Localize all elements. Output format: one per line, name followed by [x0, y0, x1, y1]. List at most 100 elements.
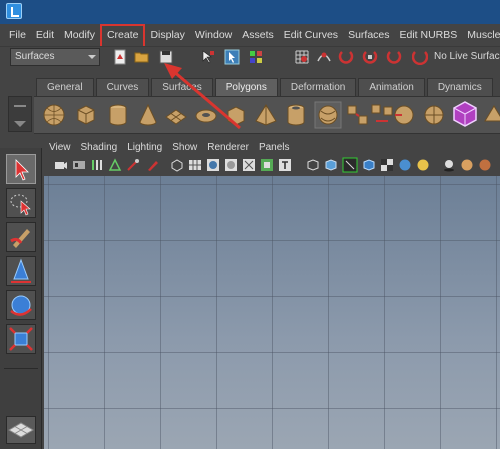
select-by-component-icon[interactable] [248, 49, 264, 65]
menu-edit-nurbs[interactable]: Edit NURBS [395, 24, 463, 46]
tab-polygons[interactable]: Polygons [214, 78, 278, 96]
default-lighting-icon[interactable] [416, 158, 430, 172]
last-tool-button[interactable] [6, 416, 36, 444]
rotate-tool-button[interactable] [6, 290, 36, 320]
text-icon[interactable] [278, 158, 292, 172]
2d-pan-zoom-icon[interactable] [126, 158, 140, 172]
select-by-hierarchy-icon[interactable] [200, 49, 216, 65]
checker-icon[interactable] [380, 158, 394, 172]
camera-icon[interactable] [54, 158, 68, 172]
poly-helix-icon[interactable] [314, 101, 342, 129]
flat-shade-icon[interactable] [224, 158, 238, 172]
wireframe-icon[interactable] [170, 158, 184, 172]
viewport-grid-line [44, 352, 500, 353]
poly-torus-icon[interactable] [194, 103, 218, 127]
viewport-grid-line [44, 408, 500, 409]
xray-cube-icon[interactable] [306, 158, 320, 172]
shadows-icon[interactable] [442, 158, 456, 172]
panel-menu-shading[interactable]: Shading [76, 140, 123, 156]
polygons-shelf [34, 96, 500, 134]
snap-to-view-plane-icon[interactable] [362, 49, 378, 65]
menu-edit[interactable]: Edit [31, 24, 59, 46]
poly-cone-icon[interactable] [136, 103, 160, 127]
smooth-shade-icon[interactable] [206, 158, 220, 172]
scale-tool-button[interactable] [6, 324, 36, 354]
menu-modify[interactable]: Modify [59, 24, 100, 46]
poly-sphere-icon[interactable] [42, 103, 66, 127]
maya-app-icon [6, 3, 22, 19]
paint-select-tool-button[interactable] [6, 222, 36, 252]
poly-cylinder-icon[interactable] [106, 103, 130, 127]
save-scene-icon[interactable] [158, 49, 174, 65]
extract-icon[interactable] [392, 103, 416, 127]
tab-dynamics[interactable]: Dynamics [426, 78, 493, 96]
live-surface-label: No Live Surface [434, 51, 500, 62]
grease-pencil-icon[interactable] [146, 158, 160, 172]
panel-toolbar [44, 156, 500, 174]
shelf-tab-bar: General Curves Surfaces Polygons Deforma… [36, 78, 495, 96]
separate-icon[interactable] [370, 103, 394, 127]
combine-icon[interactable] [346, 103, 370, 127]
panel-menu-view[interactable]: View [44, 140, 76, 156]
menu-file[interactable]: File [4, 24, 31, 46]
move-tool-button[interactable] [6, 256, 36, 286]
menu-muscle[interactable]: Muscle [462, 24, 500, 46]
main-menu-bar: File Edit Modify Create Display Window A… [0, 24, 500, 48]
antialiasing-icon[interactable] [478, 158, 492, 172]
boolean-icon[interactable] [450, 99, 480, 129]
image-plane-icon[interactable] [108, 158, 122, 172]
select-tool-button[interactable] [6, 154, 36, 184]
menu-set-dropdown[interactable]: Surfaces [10, 48, 100, 66]
menu-edit-curves[interactable]: Edit Curves [279, 24, 343, 46]
new-scene-icon[interactable] [112, 49, 128, 65]
tab-surfaces[interactable]: Surfaces [151, 78, 213, 96]
panel-menu-panels[interactable]: Panels [254, 140, 295, 156]
open-scene-icon[interactable] [134, 49, 150, 65]
panel-menu-show[interactable]: Show [167, 140, 202, 156]
poly-plane-tool-icon [8, 422, 34, 438]
live-surface-icon[interactable] [412, 49, 428, 65]
tab-deformation[interactable]: Deformation [279, 78, 357, 96]
shelf-options-button[interactable] [8, 96, 32, 132]
xray-joints-icon[interactable] [342, 157, 358, 173]
bookmarks-icon[interactable] [90, 158, 104, 172]
cube-shade-icon[interactable] [362, 158, 376, 172]
camera-attributes-icon[interactable] [72, 158, 86, 172]
lasso-tool-button[interactable] [6, 188, 36, 218]
grid-toggle-icon[interactable] [188, 158, 202, 172]
menu-window[interactable]: Window [190, 24, 237, 46]
scale-tool-icon [9, 327, 33, 351]
bounding-box-icon[interactable] [242, 158, 256, 172]
snap-to-point-icon[interactable] [338, 49, 354, 65]
panel-menu-renderer[interactable]: Renderer [202, 140, 254, 156]
isolate-cube-icon[interactable] [324, 158, 338, 172]
select-by-object-icon[interactable] [224, 49, 240, 65]
tab-animation[interactable]: Animation [358, 78, 425, 96]
smooth-icon[interactable] [422, 103, 446, 127]
panel-menu-lighting[interactable]: Lighting [122, 140, 167, 156]
status-line: Surfaces No Live Surface [0, 46, 500, 68]
viewport-grid-line [44, 184, 500, 185]
perspective-viewport[interactable] [44, 176, 500, 449]
snap-to-curve-icon[interactable] [316, 49, 332, 65]
toolbox [0, 148, 42, 449]
menu-create[interactable]: Create [99, 24, 146, 48]
use-default-material-icon[interactable] [398, 158, 412, 172]
menu-display[interactable]: Display [145, 24, 189, 46]
poly-cube-icon[interactable] [74, 103, 98, 127]
menu-assets[interactable]: Assets [237, 24, 279, 46]
make-live-icon[interactable] [386, 49, 402, 65]
poly-prism-icon[interactable] [224, 103, 248, 127]
title-bar [0, 0, 500, 24]
poly-plane-icon[interactable] [164, 103, 188, 127]
poly-pipe-icon[interactable] [284, 103, 308, 127]
texture-icon[interactable] [260, 158, 274, 172]
tab-general[interactable]: General [36, 78, 94, 96]
toolbox-divider [4, 368, 38, 369]
snap-to-grid-icon[interactable] [294, 49, 310, 65]
poly-pyramid-icon[interactable] [254, 103, 278, 127]
ambient-occlusion-icon[interactable] [460, 158, 474, 172]
mirror-icon[interactable] [482, 103, 500, 127]
menu-surfaces[interactable]: Surfaces [343, 24, 394, 46]
tab-curves[interactable]: Curves [95, 78, 150, 96]
